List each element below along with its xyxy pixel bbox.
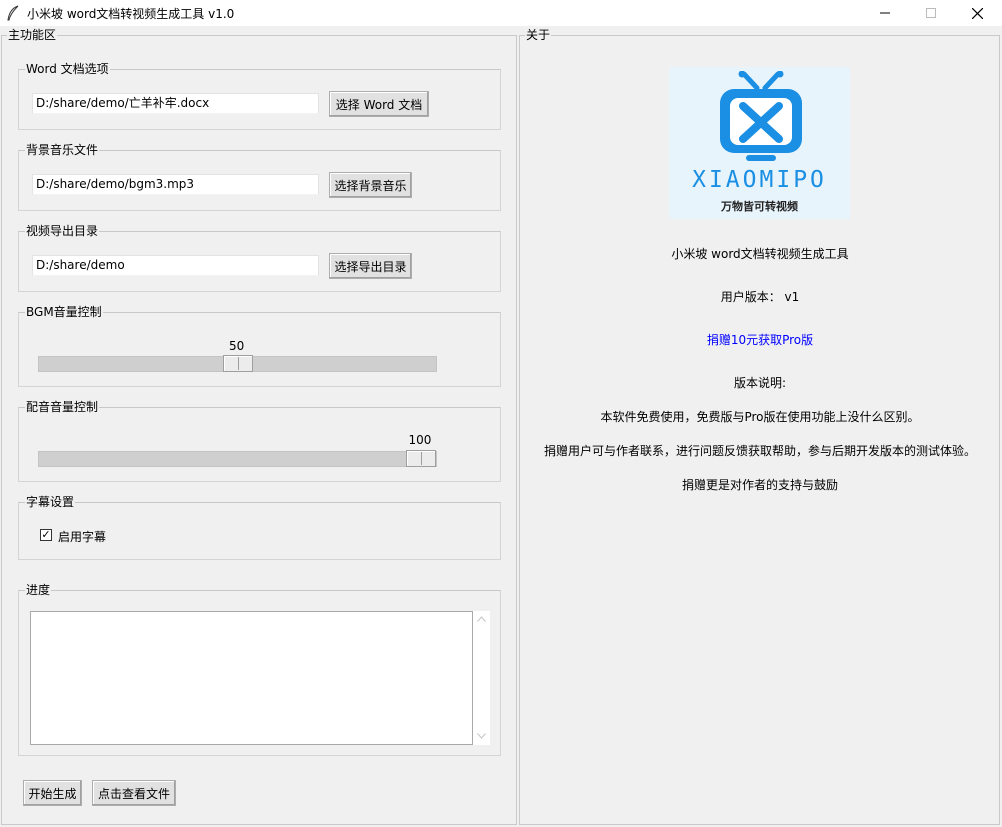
- logo-slogan-text: 万物皆可转视频: [721, 200, 798, 213]
- minimize-icon: [880, 12, 890, 14]
- bgm-volume-thumb[interactable]: [222, 355, 253, 372]
- dub-volume-label: 配音音量控制: [25, 400, 100, 414]
- maximize-button[interactable]: [908, 0, 954, 26]
- scroll-down-icon[interactable]: [477, 733, 486, 739]
- output-group-label: 视频导出目录: [25, 224, 100, 238]
- progress-group-label: 进度: [25, 583, 52, 597]
- tv-x-icon: [720, 71, 802, 161]
- close-button[interactable]: [954, 0, 1000, 26]
- bgm-volume-label: BGM音量控制: [25, 305, 103, 319]
- bgm-path-input[interactable]: D:/share/demo/bgm3.mp3: [32, 174, 319, 195]
- scroll-up-icon[interactable]: [477, 616, 486, 622]
- maximize-icon: [926, 8, 936, 18]
- select-output-button[interactable]: 选择导出目录: [329, 253, 412, 279]
- window-title: 小米坡 word文档转视频生成工具 v1.0: [27, 7, 235, 21]
- about-app-name: 小米坡 word文档转视频生成工具: [671, 247, 849, 261]
- dub-volume-slider[interactable]: [38, 450, 437, 467]
- bgm-volume-value: 50: [229, 339, 245, 353]
- word-group-label: Word 文档选项: [25, 62, 110, 76]
- logo-brand-text: XIAOMIPO: [692, 167, 827, 193]
- version-note-1: 本软件免费使用，免费版与Pro版在使用功能上没什么区别。: [600, 410, 920, 424]
- bgm-volume-group: BGM音量控制: [18, 305, 501, 387]
- xiaomipo-logo: XIAOMIPO 万物皆可转视频: [669, 67, 850, 219]
- bgm-group-label: 背景音乐文件: [25, 143, 100, 157]
- progress-log-textarea[interactable]: [30, 611, 473, 745]
- select-word-button[interactable]: 选择 Word 文档: [329, 91, 429, 117]
- select-bgm-button[interactable]: 选择背景音乐: [329, 172, 412, 198]
- progress-scrollbar[interactable]: [473, 611, 490, 745]
- bgm-volume-slider[interactable]: [38, 355, 437, 372]
- title-bar: 小米坡 word文档转视频生成工具 v1.0: [0, 0, 1002, 26]
- word-path-input[interactable]: D:/share/demo/亡羊补牢.docx: [32, 93, 319, 114]
- feather-icon: [7, 5, 19, 21]
- version-note-3: 捐赠更是对作者的支持与鼓励: [681, 478, 838, 492]
- dub-volume-thumb[interactable]: [406, 450, 436, 467]
- version-note-2: 捐赠用户可与作者联系，进行问题反馈获取帮助，参与后期开发版本的测试体验。: [543, 444, 976, 458]
- subtitle-group-label: 字幕设置: [25, 495, 76, 509]
- dub-volume-value: 100: [408, 433, 432, 447]
- minimize-button[interactable]: [862, 0, 908, 26]
- donate-link[interactable]: 捐赠10元获取Pro版: [520, 331, 1000, 348]
- main-panel-label: 主功能区: [7, 28, 58, 42]
- subtitle-checkbox[interactable]: ✓: [40, 529, 52, 541]
- version-notes-title: 版本说明:: [733, 376, 787, 390]
- subtitle-checkbox-label[interactable]: 启用字幕: [58, 528, 106, 545]
- close-icon: [971, 7, 983, 19]
- view-files-button[interactable]: 点击查看文件: [92, 780, 176, 806]
- about-panel-label: 关于: [525, 28, 552, 42]
- start-generate-button[interactable]: 开始生成: [23, 780, 82, 806]
- about-version: 用户版本： v1: [720, 290, 800, 304]
- output-path-input[interactable]: D:/share/demo: [32, 255, 319, 276]
